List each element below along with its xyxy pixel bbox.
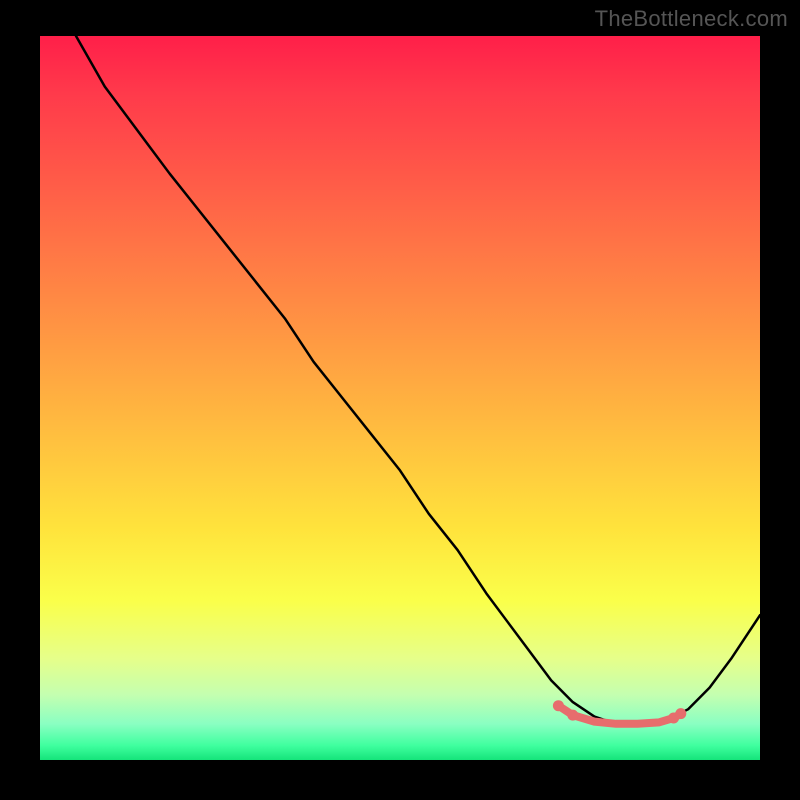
plot-area: [40, 36, 760, 760]
watermark-text: TheBottleneck.com: [595, 6, 788, 32]
chart-container: TheBottleneck.com: [0, 0, 800, 800]
optimal-range-dot: [675, 708, 686, 719]
chart-svg: [40, 36, 760, 760]
optimal-range-dot: [553, 700, 564, 711]
optimal-range-dot: [567, 710, 578, 721]
bottleneck-curve: [76, 36, 760, 724]
